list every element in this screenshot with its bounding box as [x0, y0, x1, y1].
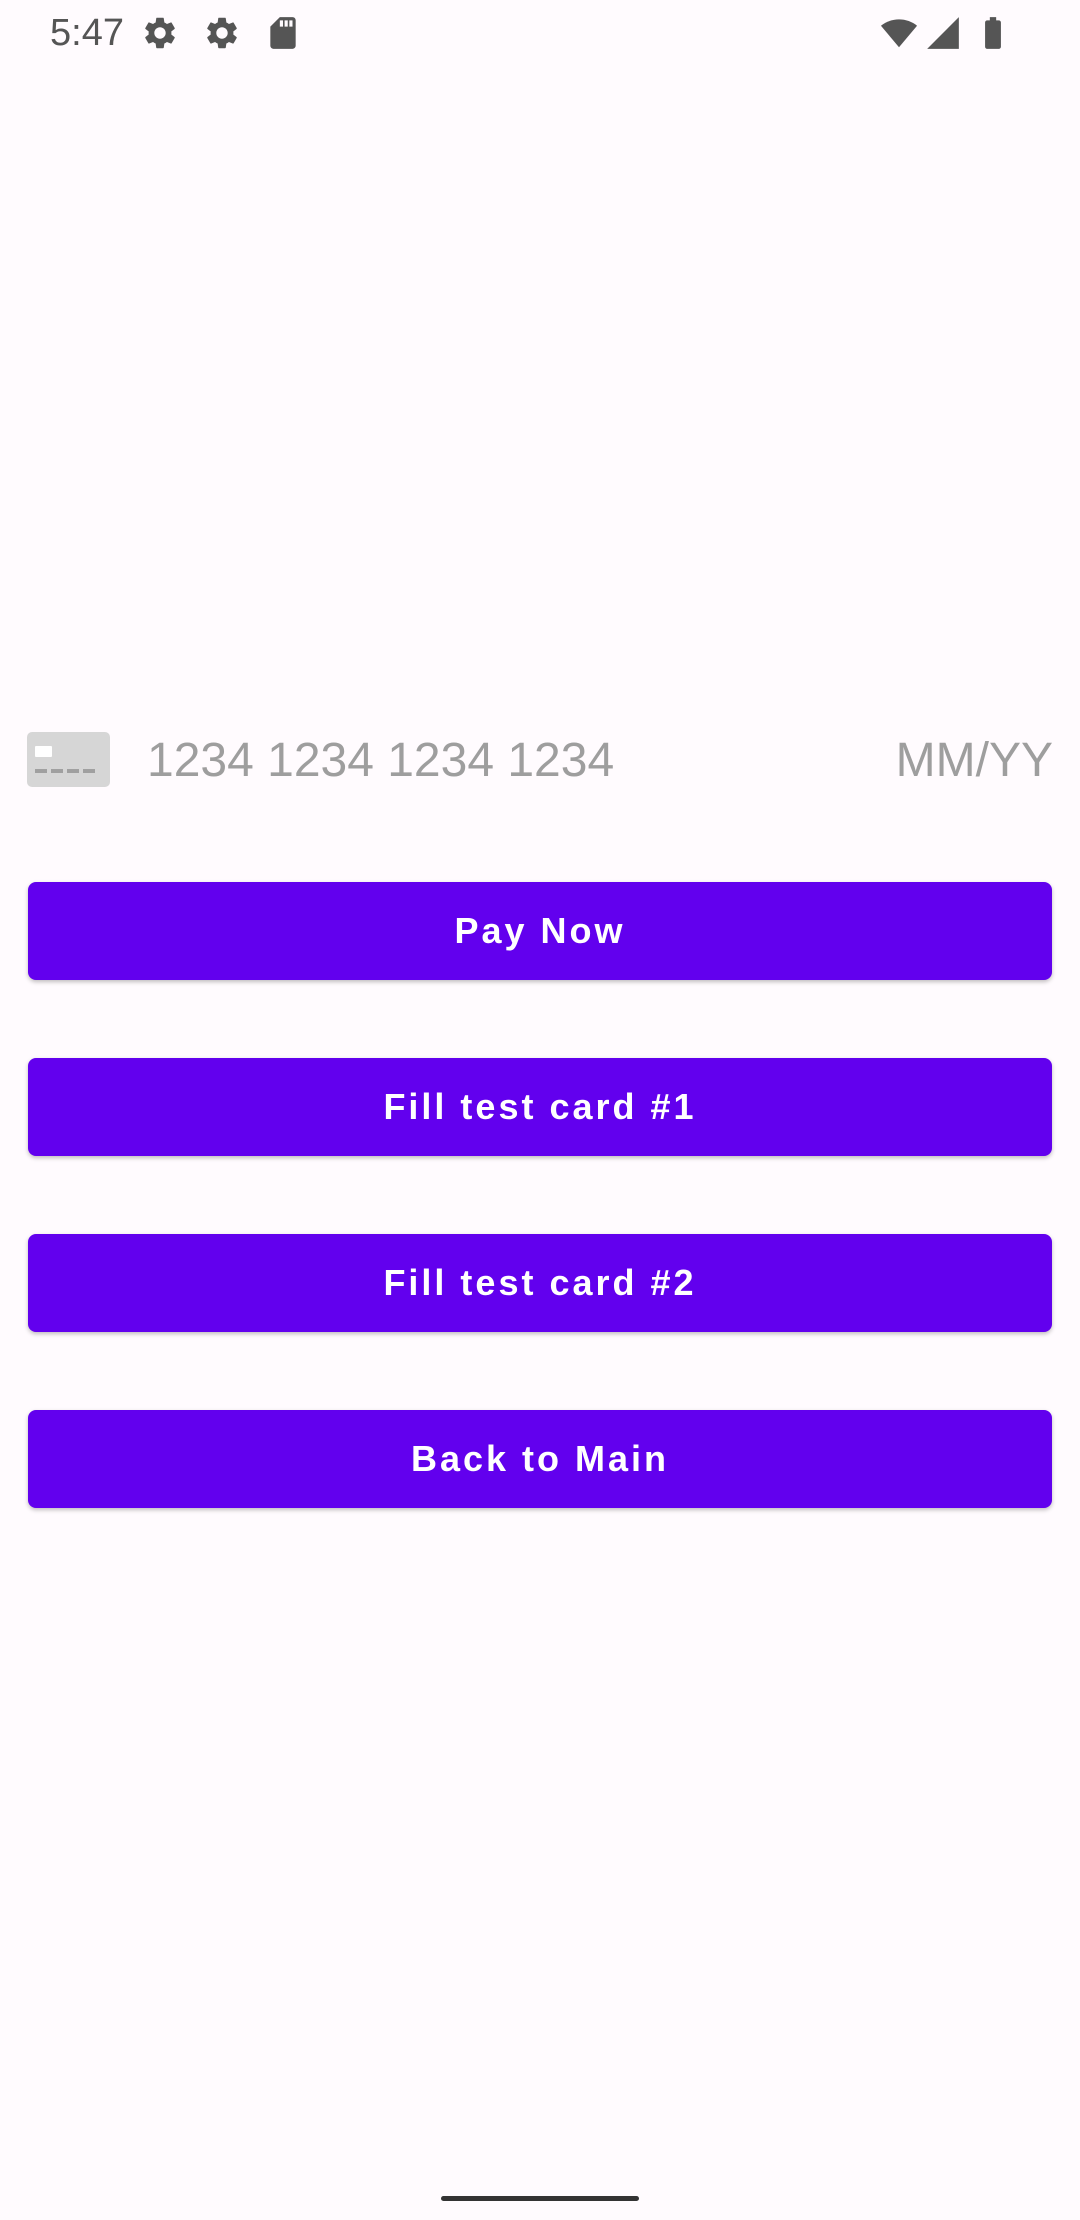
card-number-input[interactable] — [147, 720, 707, 800]
status-time: 5:47 — [50, 12, 124, 54]
fill-test-card-1-button[interactable]: Fill test card #1 — [28, 1058, 1052, 1156]
fill-test-card-2-button[interactable]: Fill test card #2 — [28, 1234, 1052, 1332]
expiry-date-input[interactable] — [847, 720, 1053, 800]
sd-card-icon — [264, 14, 302, 52]
card-input-widget — [27, 720, 1053, 800]
generic-card-icon — [27, 732, 110, 787]
settings-gear-icon — [141, 14, 179, 52]
cell-signal-icon — [924, 14, 962, 52]
pay-now-button[interactable]: Pay Now — [28, 882, 1052, 980]
battery-icon — [974, 14, 1012, 52]
payment-screen: 5:47 1234 1234 1234 1234 MM/YY Pay Now F… — [0, 0, 1080, 2220]
back-to-main-button[interactable]: Back to Main — [28, 1410, 1052, 1508]
status-bar: 5:47 — [0, 0, 1080, 66]
wifi-icon — [880, 14, 918, 52]
gesture-navigation-handle[interactable] — [441, 2196, 639, 2201]
settings-gear-icon — [203, 14, 241, 52]
